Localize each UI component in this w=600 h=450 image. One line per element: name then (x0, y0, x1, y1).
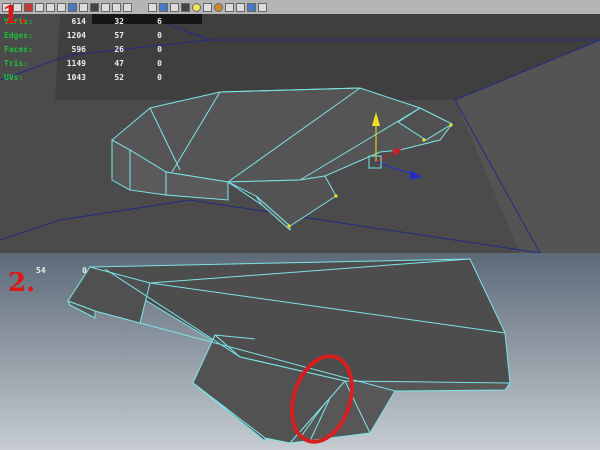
rotate-tool-icon[interactable] (46, 2, 55, 12)
step-number-1: 1. (2, 0, 28, 29)
render-settings-icon[interactable] (159, 2, 168, 12)
ipr-render-icon[interactable] (148, 2, 157, 12)
hud-value: 614 (71, 16, 86, 26)
render-icon[interactable] (123, 2, 132, 12)
hud-value: 47 (114, 58, 124, 68)
tool-settings-icon[interactable] (225, 2, 234, 12)
hud-value: 1149 (66, 58, 86, 68)
light-icon[interactable] (192, 2, 201, 12)
hud-row-verts: Verts: 614 32 6 (4, 14, 162, 28)
move-tool-icon[interactable] (35, 2, 44, 12)
hud-value: 0 (157, 58, 162, 68)
maya-toolbar (0, 0, 600, 14)
screenshot-composite: Verts: 614 32 6 Edges: 1204 57 0 Faces: … (0, 0, 600, 450)
hud-value: 26 (114, 44, 124, 54)
hud-value: 57 (114, 30, 124, 40)
snap-plane-icon[interactable] (101, 2, 110, 12)
hud-label: Tris: (4, 58, 29, 68)
poly-count-hud: Verts: 614 32 6 Edges: 1204 57 0 Faces: … (4, 14, 162, 84)
material-icon[interactable] (214, 2, 223, 12)
hud-label: UVs: (4, 72, 24, 82)
hud-value: 52 (114, 72, 124, 82)
hud-value: 32 (114, 16, 124, 26)
hud-row-faces: Faces: 596 26 0 (4, 42, 162, 56)
hud-value: 596 (71, 44, 86, 54)
viewport-panel-2[interactable]: 54 0 2. (0, 253, 600, 450)
attribute-editor-icon[interactable] (203, 2, 212, 12)
hud-value: 54 (36, 266, 46, 275)
layer-editor-icon[interactable] (247, 2, 256, 12)
hypershade-icon[interactable] (170, 2, 179, 12)
hud-value: 1204 (66, 30, 86, 40)
hud-label: Faces: (4, 44, 33, 54)
channel-box-icon[interactable] (236, 2, 245, 12)
hud-value: 0 (157, 72, 162, 82)
hud-label: Edges: (4, 30, 33, 40)
hud-value: 0 (157, 30, 162, 40)
viewport-2-scene[interactable] (0, 253, 600, 450)
hud-value: 0 (157, 44, 162, 54)
hud-row-tris: Tris: 1149 47 0 (4, 56, 162, 70)
snap-point-icon[interactable] (90, 2, 99, 12)
hud-value: 6 (157, 16, 162, 26)
step-number-2: 2. (8, 268, 36, 298)
hud-row-edges: Edges: 1204 57 0 (4, 28, 162, 42)
camera-icon[interactable] (258, 2, 267, 12)
snap-grid-icon[interactable] (68, 2, 77, 12)
outliner-icon[interactable] (181, 2, 190, 12)
history-icon[interactable] (112, 2, 121, 12)
hud-value: 1043 (66, 72, 86, 82)
hud-row-uvs: UVs: 1043 52 0 (4, 70, 162, 84)
scale-tool-icon[interactable] (57, 2, 66, 12)
snap-curve-icon[interactable] (79, 2, 88, 12)
hud-value: 0 (82, 266, 87, 275)
viewport-panel-1[interactable]: Verts: 614 32 6 Edges: 1204 57 0 Faces: … (0, 0, 600, 253)
